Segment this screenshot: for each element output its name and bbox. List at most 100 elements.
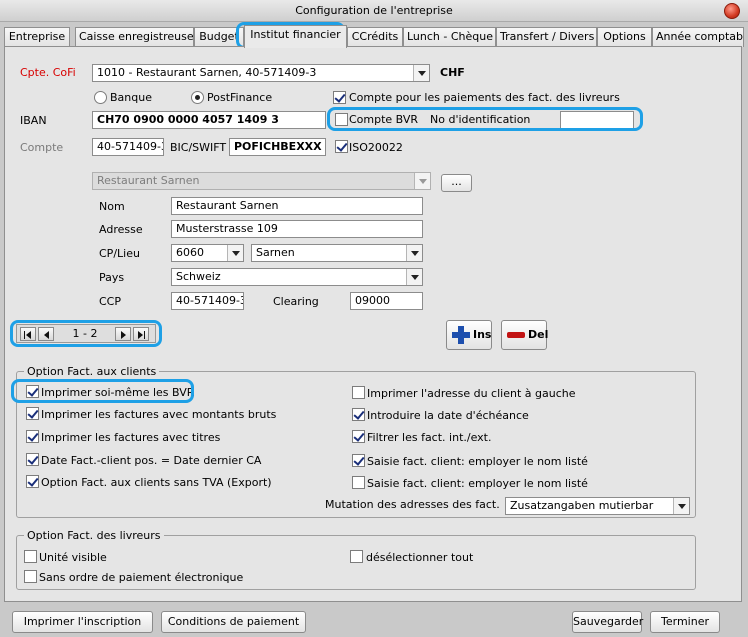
chevron-down-icon[interactable] (673, 498, 689, 514)
compte-label: Compte (20, 141, 64, 154)
ccp-input[interactable]: 40-571409-3 (171, 292, 244, 310)
tab-caisse-enregistreuse[interactable]: Caisse enregistreuse (75, 27, 194, 47)
tab-budget[interactable]: Budget (194, 27, 244, 47)
clients-right-3-checkbox[interactable] (352, 454, 365, 467)
first-bar (24, 331, 25, 339)
cp-value: 6060 (176, 246, 204, 259)
clients-right-3-label: Saisie fact. client: employer le nom lis… (367, 455, 588, 468)
tab-annee-comptab[interactable]: Année comptab (652, 27, 744, 47)
iban-label: IBAN (20, 114, 47, 127)
prev-record-button[interactable] (38, 327, 54, 341)
no-identification-label: No d'identification (430, 113, 531, 126)
bic-input[interactable]: POFICHBEXXX (229, 138, 326, 156)
clients-left-2-checkbox[interactable] (26, 430, 39, 443)
tab-bar: Entreprise Caisse enregistreuse Budget I… (4, 25, 748, 48)
nom-input[interactable]: Restaurant Sarnen (171, 197, 423, 215)
clients-right-0-label: Imprimer l'adresse du client à gauche (367, 387, 576, 400)
save-button[interactable]: Sauvegarder (572, 611, 643, 633)
iso20022-checkbox[interactable] (335, 140, 348, 153)
cpte-cofi-value: 1010 - Restaurant Sarnen, 40-571409-3 (97, 66, 317, 79)
delete-button[interactable]: Del (501, 320, 549, 350)
clients-left-1-checkbox[interactable] (26, 407, 39, 420)
unite-visible-checkbox[interactable] (24, 550, 37, 563)
tab-lunch-cheque[interactable]: Lunch - Chèque (403, 27, 496, 47)
chevron-down-icon[interactable] (406, 269, 422, 285)
last-record-button[interactable] (133, 327, 149, 341)
clients-right-4-checkbox[interactable] (352, 476, 365, 489)
radio-postfinance[interactable] (191, 91, 204, 104)
print-inscription-button[interactable]: Imprimer l'inscription (12, 611, 153, 633)
iso20022-label: ISO20022 (349, 141, 403, 154)
plus-icon (452, 326, 470, 344)
clients-right-2-checkbox[interactable] (352, 430, 365, 443)
pays-select[interactable]: Schweiz (171, 268, 423, 286)
clients-options-title: Option Fact. aux clients (24, 365, 160, 378)
finish-button[interactable]: Terminer (650, 611, 720, 633)
compte-paiements-checkbox[interactable] (333, 91, 346, 104)
next-record-button[interactable] (115, 327, 131, 341)
last-record-icon (138, 331, 143, 339)
clients-left-2-label: Imprimer les factures avec titres (41, 431, 221, 444)
ccp-label: CCP (99, 295, 121, 308)
last-bar (144, 331, 145, 339)
cpte-cofi-select[interactable]: 1010 - Restaurant Sarnen, 40-571409-3 (92, 64, 430, 82)
mutation-value: Zusatzangaben mutierbar (510, 499, 654, 512)
mutation-select[interactable]: Zusatzangaben mutierbar (505, 497, 690, 515)
sans-ordre-label: Sans ordre de paiement électronique (39, 571, 244, 584)
clients-right-0-checkbox[interactable] (352, 386, 365, 399)
cpte-cofi-label: Cpte. CoFi (20, 66, 76, 79)
record-position: 1 - 2 (72, 327, 98, 340)
cp-select[interactable]: 6060 (171, 244, 244, 262)
chevron-down-icon[interactable] (413, 65, 429, 81)
pays-value: Schweiz (176, 270, 221, 283)
bic-label: BIC/SWIFT (170, 141, 227, 154)
unite-visible-label: Unité visible (39, 551, 107, 564)
first-record-button[interactable] (20, 327, 36, 341)
minus-icon (507, 332, 525, 338)
clients-left-0-label: Imprimer soi-même les BVR (41, 386, 195, 399)
record-navigator: 1 - 2 (16, 324, 156, 343)
clients-left-4-checkbox[interactable] (26, 475, 39, 488)
tab-institut-financier[interactable]: Institut financier (244, 25, 347, 48)
browse-button[interactable]: ... (441, 174, 472, 192)
window-title: Configuration de l'entreprise (0, 0, 748, 22)
clients-left-3-checkbox[interactable] (26, 453, 39, 466)
clients-left-1-label: Imprimer les factures avec montants brut… (41, 408, 277, 421)
close-icon[interactable] (724, 3, 740, 19)
payment-conditions-button[interactable]: Conditions de paiement (161, 611, 306, 633)
suppliers-options-title: Option Fact. des livreurs (24, 529, 164, 542)
clearing-input[interactable]: 09000 (350, 292, 423, 310)
tab-options[interactable]: Options (597, 27, 652, 47)
clients-left-4-label: Option Fact. aux clients sans TVA (Expor… (41, 476, 272, 489)
compte-paiements-label: Compte pour les paiements des fact. des … (349, 91, 620, 104)
first-record-icon (26, 331, 31, 339)
iban-input[interactable]: CH70 0900 0000 4057 1409 3 (92, 111, 326, 129)
institution-value: Restaurant Sarnen (97, 174, 200, 187)
tab-transfert-divers[interactable]: Transfert / Divers (496, 27, 597, 47)
radio-banque[interactable] (94, 91, 107, 104)
no-identification-input[interactable] (560, 111, 634, 129)
clients-left-0-checkbox[interactable] (26, 385, 39, 398)
radio-postfinance-label: PostFinance (207, 91, 273, 104)
clients-right-1-checkbox[interactable] (352, 408, 365, 421)
delete-label: Del (528, 328, 549, 341)
adresse-input[interactable]: Musterstrasse 109 (171, 220, 423, 238)
tab-ccredits[interactable]: CCrédits (347, 27, 403, 47)
lieu-select[interactable]: Sarnen (251, 244, 423, 262)
sans-ordre-checkbox[interactable] (24, 570, 37, 583)
currency-label: CHF (440, 66, 465, 79)
nom-label: Nom (99, 200, 125, 213)
compte-input[interactable]: 40-571409-3 (92, 138, 164, 156)
compte-bvr-checkbox[interactable] (335, 113, 348, 126)
chevron-down-icon[interactable] (227, 245, 243, 261)
pays-label: Pays (99, 271, 125, 284)
chevron-down-icon[interactable] (406, 245, 422, 261)
deselectionner-checkbox[interactable] (350, 550, 363, 563)
insert-button[interactable]: Ins (446, 320, 492, 350)
institution-select: Restaurant Sarnen (92, 172, 431, 190)
tab-entreprise[interactable]: Entreprise (4, 27, 70, 47)
cp-lieu-label: CP/Lieu (99, 247, 140, 260)
next-record-icon (121, 331, 126, 339)
clients-right-4-label: Saisie fact. client: employer le nom lis… (367, 477, 588, 490)
compte-bvr-label: Compte BVR (349, 113, 419, 126)
